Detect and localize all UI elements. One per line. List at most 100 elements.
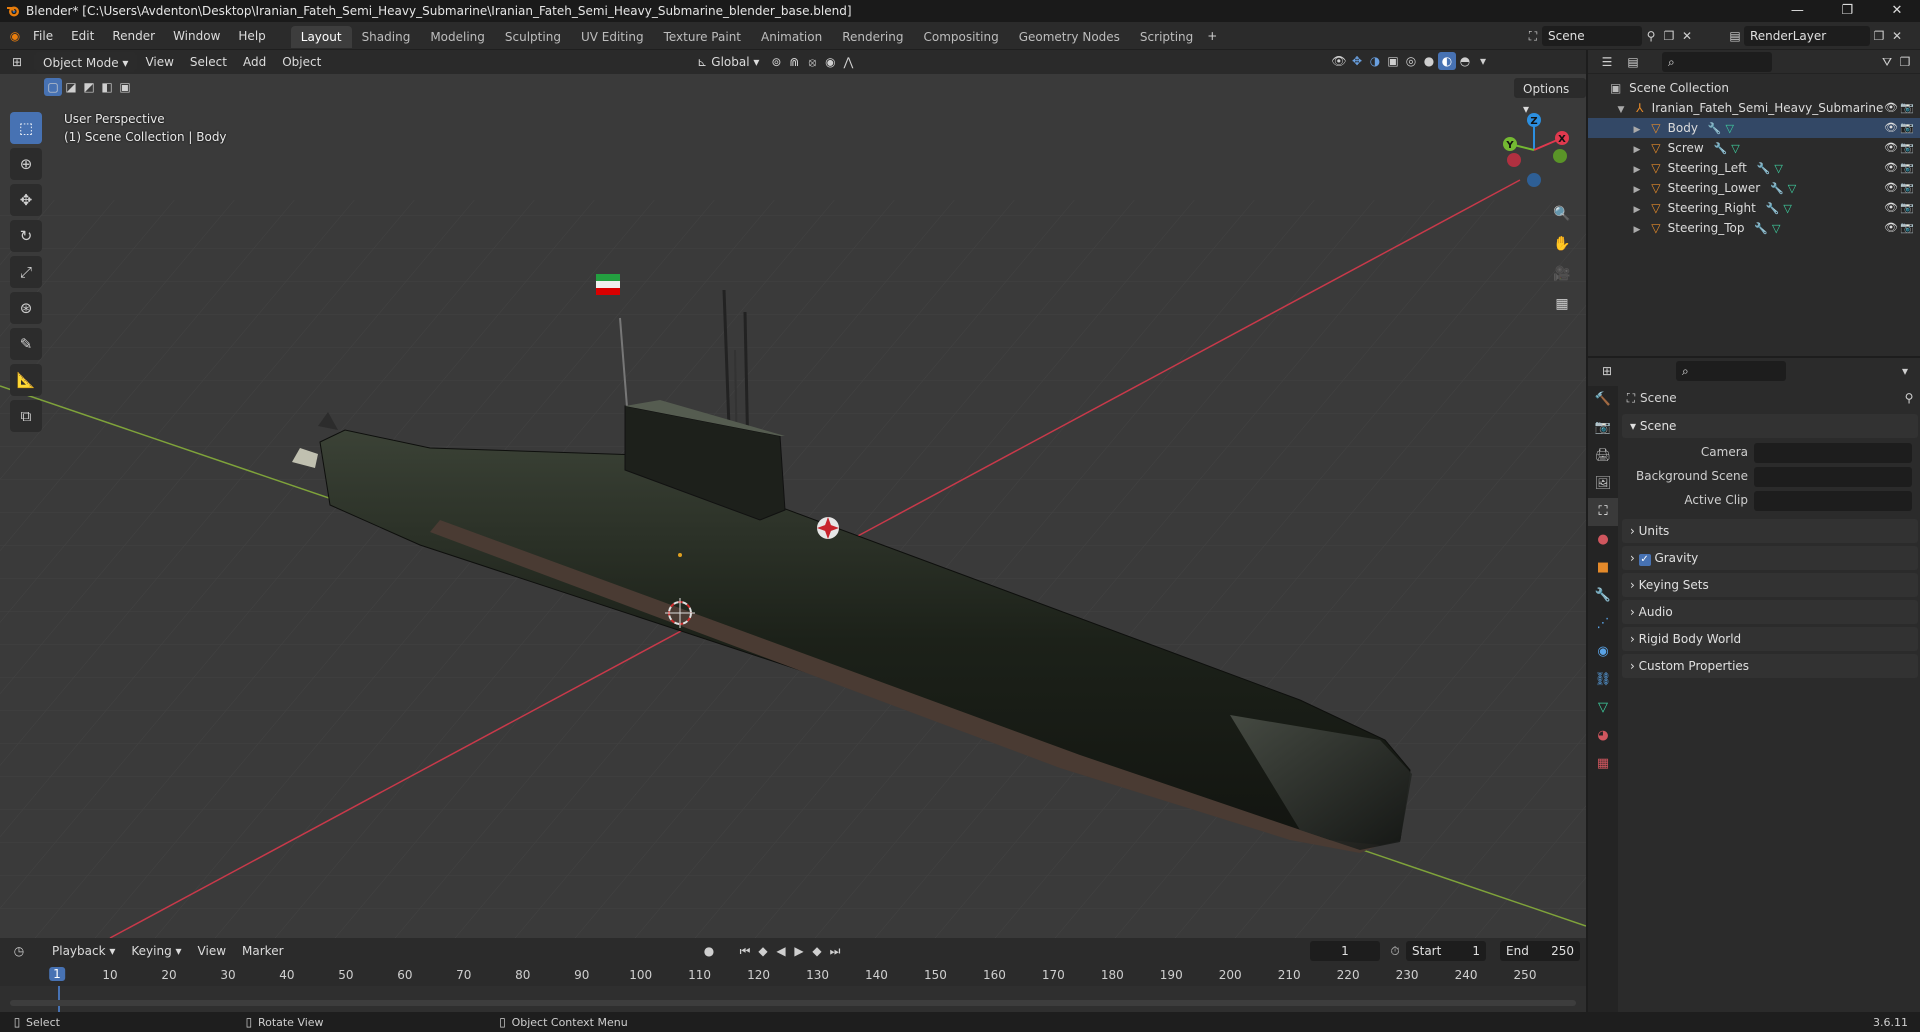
menu-playback[interactable]: Playback ▾ — [44, 941, 123, 961]
current-frame-field[interactable]: 1 — [1310, 941, 1380, 961]
panel-gravity-header[interactable]: › ✓ Gravity — [1622, 546, 1918, 570]
pin-icon[interactable]: ⚲ — [1900, 389, 1918, 407]
rendered-shading-icon[interactable]: ◓ — [1456, 52, 1474, 70]
frame-ruler[interactable]: 1 10 20 30 40 50 60 70 80 90 100 110 120 130 140 150 160… — [0, 964, 1586, 986]
expand-arrow-icon[interactable]: ▶ — [1630, 220, 1644, 240]
zoom-icon[interactable]: 🔍 — [1548, 200, 1576, 228]
expand-arrow-icon[interactable]: ▶ — [1630, 180, 1644, 200]
outliner-row-scene-collection[interactable]: ▣ Scene Collection — [1588, 78, 1920, 98]
outliner-row-steering-top[interactable]: ▶ ▽ Steering_Top 🔧 ▽ 👁 📷 — [1588, 218, 1920, 238]
panel-custom-properties-header[interactable]: › Custom Properties — [1622, 654, 1918, 678]
cursor-tool-icon[interactable]: ⊕ — [10, 148, 42, 180]
options-dropdown[interactable]: Options ▾ — [1514, 78, 1586, 116]
camera-field[interactable] — [1754, 443, 1912, 463]
select-box-tool-icon[interactable]: ⬚ — [10, 112, 42, 144]
tab-modeling[interactable]: Modeling — [420, 26, 495, 48]
record-icon[interactable]: ● — [700, 942, 718, 960]
tab-animation[interactable]: Animation — [751, 26, 832, 48]
measure-tool-icon[interactable]: 📐 — [10, 364, 42, 396]
display-mode-icon[interactable]: ▤ — [1624, 53, 1642, 71]
visibility-eye-icon[interactable]: 👁 — [1884, 218, 1898, 238]
menu-add[interactable]: Add — [235, 52, 274, 72]
expand-arrow-icon[interactable]: ▼ — [1614, 100, 1628, 120]
blender-menu-icon[interactable]: ◉ — [6, 27, 24, 45]
visibility-icon[interactable]: 👁 — [1330, 52, 1348, 70]
tab-rendering[interactable]: Rendering — [832, 26, 913, 48]
menu-window[interactable]: Window — [164, 22, 229, 50]
menu-edit[interactable]: Edit — [62, 22, 103, 50]
tab-layout[interactable]: Layout — [290, 26, 352, 48]
transform-orientation-dropdown[interactable]: ⊾ Global ▾ — [685, 52, 767, 72]
add-workspace-icon[interactable]: + — [1203, 27, 1221, 45]
active-clip-field[interactable] — [1754, 491, 1912, 511]
end-frame-field[interactable]: End 250 — [1500, 941, 1580, 961]
render-camera-icon[interactable]: 📷 — [1900, 138, 1914, 158]
object-tab-icon[interactable]: ■ — [1588, 554, 1618, 582]
select-invert-icon[interactable]: ◧ — [98, 78, 116, 96]
xray-icon[interactable]: ▣ — [1384, 52, 1402, 70]
object-mode-dropdown[interactable]: Object Mode ▾ — [34, 52, 138, 72]
editor-type-icon[interactable]: ⊞ — [8, 53, 26, 71]
render-camera-icon[interactable]: 📷 — [1900, 178, 1914, 198]
3d-viewport[interactable]: Z X Y ⊞ Object Mode ▾ View Select Add Ob… — [0, 50, 1586, 938]
expand-arrow-icon[interactable]: ▶ — [1630, 200, 1644, 220]
rotate-tool-icon[interactable]: ↻ — [10, 220, 42, 252]
pivot-icon[interactable]: ⊚ — [767, 53, 785, 71]
timeline-scrollbar[interactable] — [10, 1000, 1576, 1006]
outliner-row-steering-left[interactable]: ▶ ▽ Steering_Left 🔧 ▽ 👁 📷 — [1588, 158, 1920, 178]
shading-options-icon[interactable]: ▾ — [1474, 52, 1492, 70]
render-camera-icon[interactable]: 📷 — [1900, 198, 1914, 218]
menu-keying[interactable]: Keying ▾ — [123, 941, 189, 961]
timeline-track[interactable] — [0, 986, 1586, 1012]
physics-tab-icon[interactable]: ◉ — [1588, 638, 1618, 666]
delete-renderlayer-icon[interactable]: ✕ — [1888, 27, 1906, 45]
panel-keying-sets-header[interactable]: › Keying Sets — [1622, 573, 1918, 597]
particles-tab-icon[interactable]: ⋰ — [1588, 610, 1618, 638]
select-subtract-icon[interactable]: ◩ — [80, 78, 98, 96]
outliner-row-steering-right[interactable]: ▶ ▽ Steering_Right 🔧 ▽ 👁 📷 — [1588, 198, 1920, 218]
properties-editor-icon[interactable]: ⊞ — [1598, 362, 1616, 380]
render-camera-icon[interactable]: 📷 — [1900, 118, 1914, 138]
outliner-row-steering-lower[interactable]: ▶ ▽ Steering_Lower 🔧 ▽ 👁 📷 — [1588, 178, 1920, 198]
transform-tool-icon[interactable]: ⊛ — [10, 292, 42, 324]
wireframe-shading-icon[interactable]: ◎ — [1402, 52, 1420, 70]
panel-audio-header[interactable]: › Audio — [1622, 600, 1918, 624]
output-tab-icon[interactable]: 🖨 — [1588, 442, 1618, 470]
tab-shading[interactable]: Shading — [352, 26, 421, 48]
falloff-icon[interactable]: ⋀ — [839, 53, 857, 71]
solid-shading-icon[interactable]: ● — [1420, 52, 1438, 70]
outliner-row-body[interactable]: ▶ ▽ Body 🔧 ▽ 👁 📷 — [1588, 118, 1920, 138]
data-tab-icon[interactable]: ▽ — [1588, 694, 1618, 722]
tab-scripting[interactable]: Scripting — [1130, 26, 1203, 48]
add-cube-tool-icon[interactable]: ⧉ — [10, 400, 42, 432]
playhead[interactable] — [58, 986, 60, 1012]
panel-rigid-body-world-header[interactable]: › Rigid Body World — [1622, 627, 1918, 651]
menu-timeline-view[interactable]: View — [190, 941, 234, 961]
tool-tab-icon[interactable]: 🔨 — [1588, 386, 1618, 414]
gizmo-toggle-icon[interactable]: ✥ — [1348, 52, 1366, 70]
outliner-row-screw[interactable]: ▶ ▽ Screw 🔧 ▽ 👁 📷 — [1588, 138, 1920, 158]
overlay-toggle-icon[interactable]: ◑ — [1366, 52, 1384, 70]
maximize-icon[interactable]: ❐ — [1824, 0, 1870, 22]
view-layer-tab-icon[interactable]: 🖼 — [1588, 470, 1618, 498]
menu-marker[interactable]: Marker — [234, 941, 291, 961]
texture-tab-icon[interactable]: ▦ — [1588, 750, 1618, 778]
tab-sculpting[interactable]: Sculpting — [495, 26, 571, 48]
render-camera-icon[interactable]: 📷 — [1900, 218, 1914, 238]
constraints-tab-icon[interactable]: ⛓ — [1588, 666, 1618, 694]
jump-start-icon[interactable]: ⏮ — [736, 942, 754, 960]
next-keyframe-icon[interactable]: ◆ — [808, 942, 826, 960]
new-renderlayer-icon[interactable]: ❐ — [1870, 27, 1888, 45]
stopwatch-icon[interactable]: ⏱ — [1386, 942, 1404, 960]
outliner-editor-icon[interactable]: ☰ — [1598, 53, 1616, 71]
expand-arrow-icon[interactable]: ▶ — [1630, 120, 1644, 140]
camera-view-icon[interactable]: 🎥 — [1548, 260, 1576, 288]
world-tab-icon[interactable]: ● — [1588, 526, 1618, 554]
panel-scene-header[interactable]: ▾ Scene — [1622, 414, 1918, 438]
move-tool-icon[interactable]: ✥ — [10, 184, 42, 216]
render-camera-icon[interactable]: 📷 — [1900, 158, 1914, 178]
filter-icon[interactable]: ⛛ — [1878, 53, 1896, 71]
panel-units-header[interactable]: › Units — [1622, 519, 1918, 543]
scale-tool-icon[interactable]: ⤢ — [10, 256, 42, 288]
tab-uv-editing[interactable]: UV Editing — [571, 26, 654, 48]
